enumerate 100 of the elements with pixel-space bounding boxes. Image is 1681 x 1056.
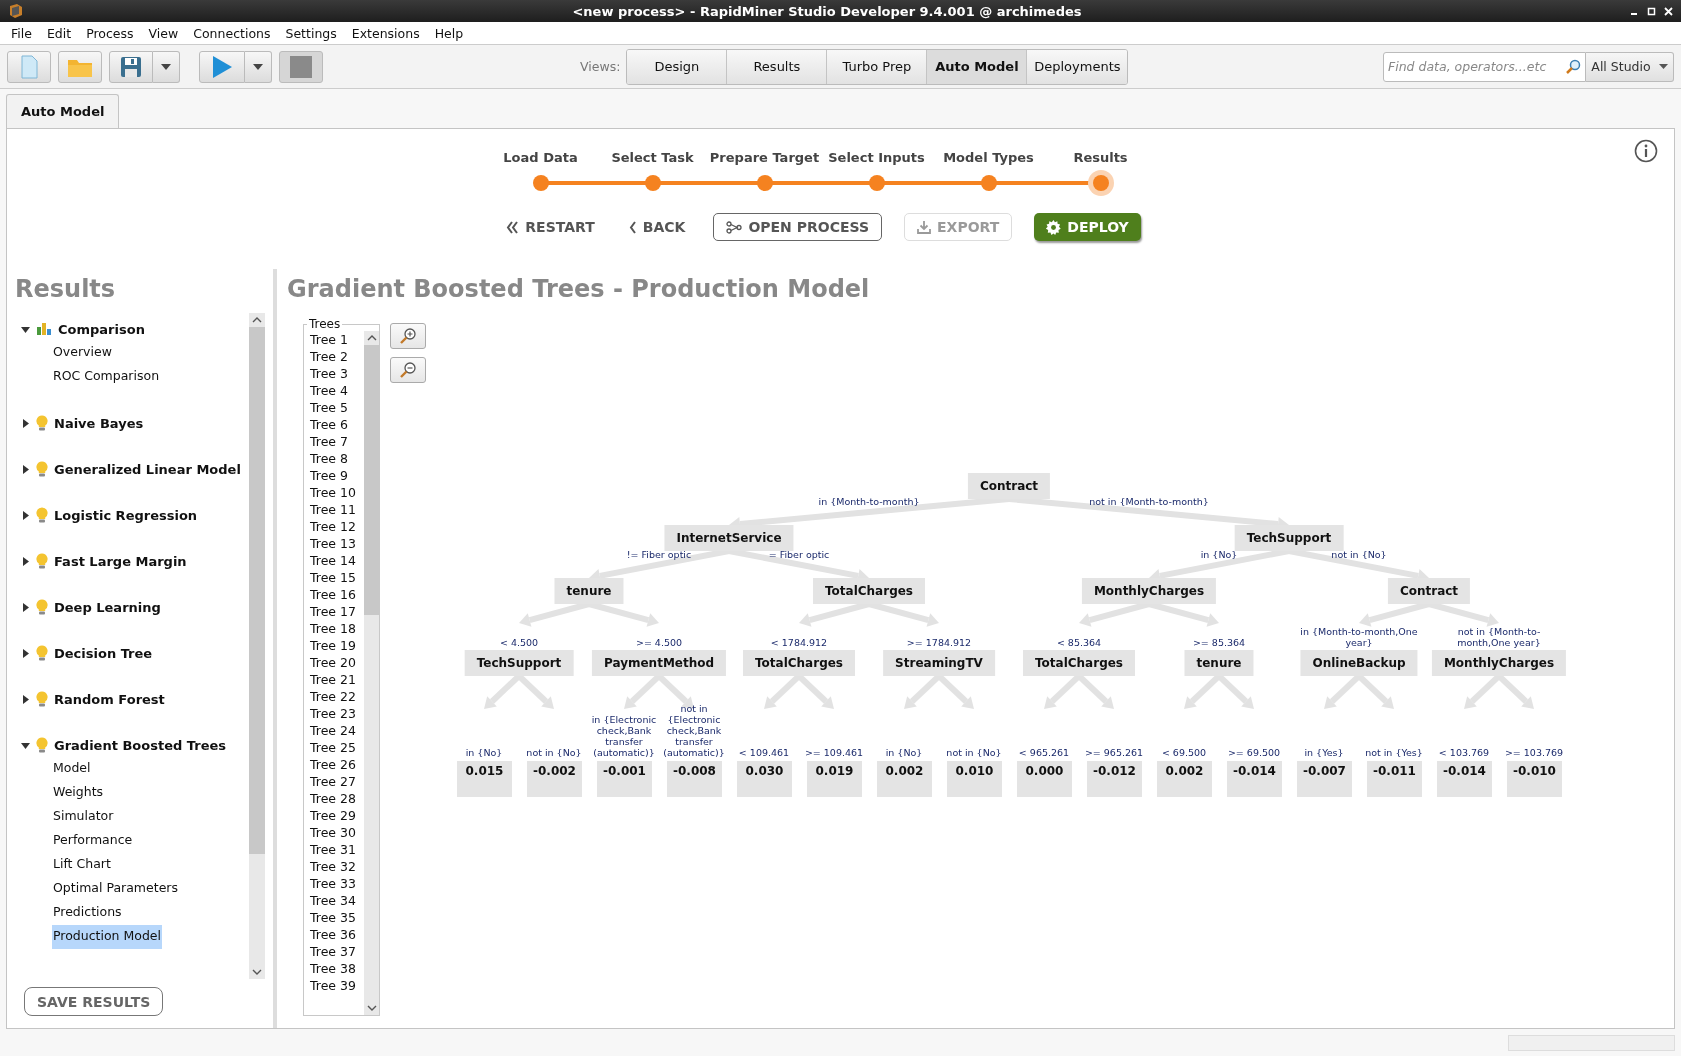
results-heading: Results <box>15 274 117 305</box>
result-view-item[interactable]: ROC Comparison <box>52 365 161 389</box>
edge-condition: < 69.500 <box>1160 747 1208 758</box>
result-view-item[interactable]: Production Model <box>52 925 162 949</box>
edge-condition: < 4.500 <box>498 637 540 648</box>
tree-list-item[interactable]: Tree 9 <box>310 467 364 484</box>
step-label: Model Types <box>943 150 1034 165</box>
result-view-item[interactable]: Overview <box>52 341 113 365</box>
menu-item[interactable]: Extensions <box>351 25 420 41</box>
tree-list-item[interactable]: Tree 34 <box>310 892 364 909</box>
model-tree-item[interactable]: Comparison <box>58 321 145 337</box>
tree-list-item[interactable]: Tree 32 <box>310 858 364 875</box>
tree-list-item[interactable]: Tree 26 <box>310 756 364 773</box>
model-tree-item[interactable]: Logistic Regression <box>54 507 198 523</box>
tree-list-item[interactable]: Tree 15 <box>310 569 364 586</box>
step-label: Select Inputs <box>828 150 925 165</box>
tree-list-item[interactable]: Tree 20 <box>310 654 364 671</box>
tree-list-item[interactable]: Tree 25 <box>310 739 364 756</box>
tree-list-item[interactable]: Tree 1 <box>310 331 364 348</box>
tree-list-item[interactable]: Tree 10 <box>310 484 364 501</box>
edge-condition: < 1784.912 <box>769 637 829 648</box>
menu-item[interactable]: View <box>148 25 179 41</box>
tree-list-item[interactable]: Tree 7 <box>310 433 364 450</box>
tree-list-item[interactable]: Tree 36 <box>310 926 364 943</box>
tree-list-item[interactable]: Tree 21 <box>310 671 364 688</box>
tree-list-item[interactable]: Tree 35 <box>310 909 364 926</box>
result-view-item[interactable]: Optimal Parameters <box>52 877 179 901</box>
tree-list-item[interactable]: Tree 19 <box>310 637 364 654</box>
tree-list-item[interactable]: Tree 27 <box>310 773 364 790</box>
result-view-item[interactable]: Lift Chart <box>52 853 112 877</box>
tree-list-item[interactable]: Tree 2 <box>310 348 364 365</box>
split-node: TotalCharges <box>813 578 925 604</box>
result-view-item[interactable]: Simulator <box>52 805 115 829</box>
menu-item[interactable]: Edit <box>46 25 72 41</box>
split-node: TechSupport <box>464 650 574 676</box>
result-view-item[interactable]: Predictions <box>52 901 123 925</box>
split-node: OnlineBackup <box>1300 650 1418 676</box>
tree-list-item[interactable]: Tree 31 <box>310 841 364 858</box>
search-field[interactable]: Find data, operators...etc <box>1383 51 1586 82</box>
result-view-item[interactable]: Weights <box>52 781 105 805</box>
tree-list-item[interactable]: Tree 30 <box>310 824 364 841</box>
menu-item[interactable]: Process <box>86 25 134 41</box>
tree-list-item[interactable]: Tree 17 <box>310 603 364 620</box>
model-tree-item[interactable]: Gradient Boosted Trees <box>54 737 227 753</box>
split-node: TotalCharges <box>743 650 855 676</box>
model-tree-item[interactable]: Generalized Linear Model <box>54 461 241 477</box>
edge-condition: < 965.261 <box>1017 747 1071 758</box>
tree-list-item[interactable]: Tree 12 <box>310 518 364 535</box>
menu-item[interactable]: Settings <box>285 25 337 41</box>
restart-button[interactable]: RESTART <box>500 213 601 241</box>
tree-list-item[interactable]: Tree 5 <box>310 399 364 416</box>
result-view-item[interactable]: Performance <box>52 829 134 853</box>
tree-list-item[interactable]: Tree 18 <box>310 620 364 637</box>
tree-list-item[interactable]: Tree 23 <box>310 705 364 722</box>
model-tree-item[interactable]: Fast Large Margin <box>54 553 187 569</box>
tree-list-item[interactable]: Tree 4 <box>310 382 364 399</box>
tree-list-item[interactable]: Tree 28 <box>310 790 364 807</box>
result-view-item[interactable]: Model <box>52 757 92 781</box>
edge-condition: not in {Electronic check,Bank transfer (automatic)} <box>662 703 726 758</box>
split-node: StreamingTV <box>883 650 995 676</box>
tree-list-item[interactable]: Tree 11 <box>310 501 364 518</box>
tree-list-item[interactable]: Tree 38 <box>310 960 364 977</box>
tree-list-item[interactable]: Tree 39 <box>310 977 364 994</box>
open-button[interactable]: OPEN PROCESS <box>713 213 883 241</box>
tree-list-item[interactable]: Tree 16 <box>310 586 364 603</box>
leaf-node: 0.015 <box>457 761 512 797</box>
view-tab[interactable]: Auto Model <box>927 49 1028 84</box>
leaf-node: 0.030 <box>737 761 792 797</box>
back-button[interactable]: BACK <box>622 213 692 241</box>
edge-condition: in {Month-to-month,One year} <box>1299 626 1419 648</box>
tree-list-item[interactable]: Tree 8 <box>310 450 364 467</box>
edge-condition: >= 109.461 <box>803 747 865 758</box>
model-tree-item[interactable]: Random Forest <box>54 691 165 707</box>
model-tree-item[interactable]: Deep Learning <box>54 599 161 615</box>
leaf-node: -0.001 <box>597 761 652 797</box>
save-results-button[interactable]: SAVE RESULTS <box>24 987 164 1016</box>
tree-list-item[interactable]: Tree 29 <box>310 807 364 824</box>
tree-list-item[interactable]: Tree 33 <box>310 875 364 892</box>
view-tab[interactable]: Results <box>727 49 828 84</box>
split-node: tenure <box>1184 650 1254 676</box>
tree-list-item[interactable]: Tree 3 <box>310 365 364 382</box>
edge-condition: in {No} <box>1200 548 1238 560</box>
search-scope-dropdown[interactable]: All Studio <box>1586 51 1674 82</box>
tree-list-item[interactable]: Tree 22 <box>310 688 364 705</box>
menu-item[interactable]: Connections <box>193 25 271 41</box>
deploy-button[interactable]: DEPLOY <box>1034 213 1141 241</box>
tree-list-item[interactable]: Tree 13 <box>310 535 364 552</box>
tree-list-item[interactable]: Tree 6 <box>310 416 364 433</box>
view-tab[interactable]: Design <box>627 49 728 84</box>
menu-item[interactable]: File <box>11 25 32 41</box>
model-tree-item[interactable]: Decision Tree <box>54 645 153 661</box>
panel-tab[interactable]: Auto Model <box>6 94 120 128</box>
tree-list-item[interactable]: Tree 37 <box>310 943 364 960</box>
tree-list-item[interactable]: Tree 14 <box>310 552 364 569</box>
tree-list-item[interactable]: Tree 24 <box>310 722 364 739</box>
model-tree-item[interactable]: Naive Bayes <box>54 415 144 431</box>
view-tab[interactable]: Deployments <box>1027 49 1128 84</box>
leaf-node: 0.019 <box>807 761 862 797</box>
view-tab[interactable]: Turbo Prep <box>827 49 928 84</box>
menu-item[interactable]: Help <box>434 25 464 41</box>
